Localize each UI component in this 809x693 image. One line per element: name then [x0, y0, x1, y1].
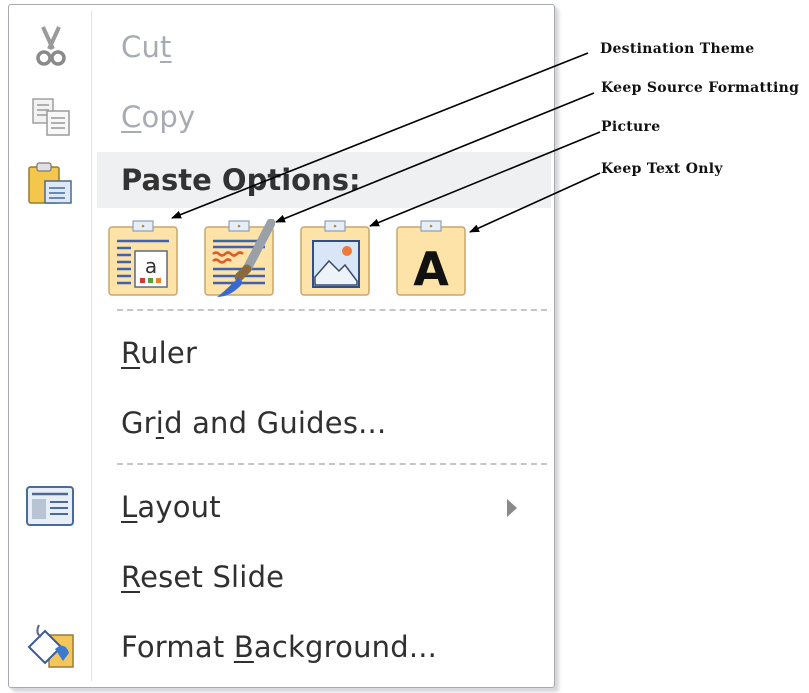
submenu-arrow-icon: [507, 499, 517, 517]
menu-item-cut[interactable]: Cut: [9, 17, 554, 77]
menu-item-copy[interactable]: Copy: [9, 87, 554, 147]
paste-keep-source-formatting-icon: [204, 218, 276, 297]
menu-item-copy-label: Copy: [121, 100, 196, 134]
paint-bucket-icon: [25, 623, 77, 671]
menu-item-ruler[interactable]: Ruler: [9, 323, 554, 383]
menu-separator: [117, 463, 547, 465]
paste-keep-source-formatting-button[interactable]: [203, 218, 276, 297]
menu-item-format-background-label: Format Background...: [121, 630, 438, 664]
paste-destination-theme-button[interactable]: a: [107, 219, 179, 297]
context-menu: Cut Copy Paste Options: a A Ruler Grid a…: [8, 4, 555, 688]
paste-destination-theme-icon: a: [108, 220, 178, 296]
menu-item-format-background[interactable]: Format Background...: [9, 617, 554, 677]
clipboard-paste-icon: [25, 161, 77, 209]
paste-picture-button[interactable]: [299, 219, 371, 297]
svg-text:A: A: [413, 242, 449, 296]
menu-item-cut-label: Cut: [121, 30, 172, 64]
paste-options-header: Paste Options:: [97, 152, 551, 208]
paste-options-header-label: Paste Options:: [121, 163, 361, 197]
menu-item-grid-and-guides[interactable]: Grid and Guides...: [9, 393, 554, 453]
menu-item-layout[interactable]: Layout: [9, 477, 554, 537]
callout-keep-source-formatting: Keep Source Formatting: [601, 80, 800, 96]
paste-keep-text-only-icon: A: [396, 220, 466, 296]
menu-item-layout-label: Layout: [121, 490, 221, 524]
callout-keep-text-only: Keep Text Only: [601, 161, 723, 177]
callout-picture: Picture: [601, 119, 661, 135]
scissors-icon: [25, 23, 77, 71]
paste-picture-icon: [300, 220, 370, 296]
menu-separator: [117, 309, 547, 311]
menu-item-reset-slide[interactable]: Reset Slide: [9, 547, 554, 607]
menu-item-ruler-label: Ruler: [121, 336, 198, 370]
callout-destination-theme: Destination Theme: [600, 41, 755, 57]
menu-item-grid-and-guides-label: Grid and Guides...: [121, 406, 387, 440]
copy-icon: [25, 93, 77, 141]
layout-icon: [25, 483, 77, 531]
menu-item-reset-slide-label: Reset Slide: [121, 560, 285, 594]
paste-options-row: a A: [107, 218, 507, 299]
paste-keep-text-only-button[interactable]: A: [395, 219, 467, 297]
svg-text:a: a: [145, 254, 157, 278]
